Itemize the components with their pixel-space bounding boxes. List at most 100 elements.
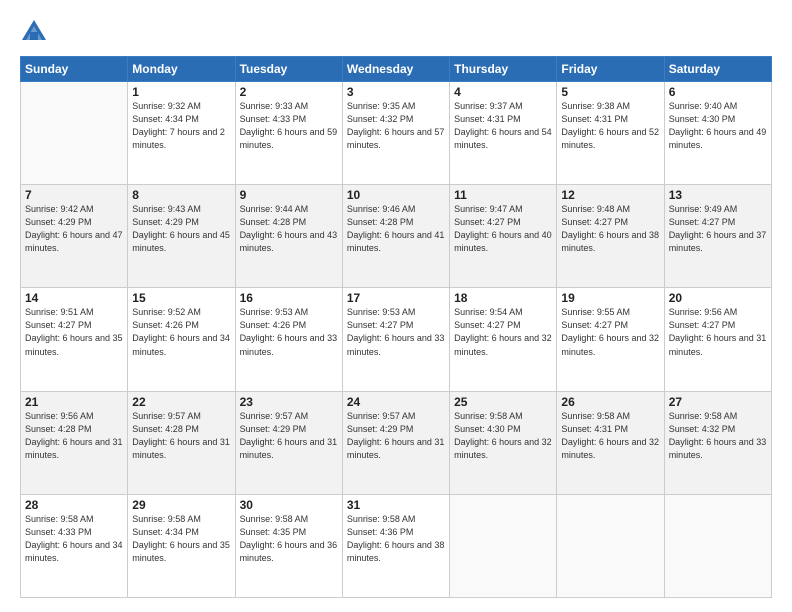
day-number: 1	[132, 85, 230, 99]
day-info: Sunrise: 9:57 AMSunset: 4:29 PMDaylight:…	[240, 410, 338, 462]
day-info: Sunrise: 9:58 AMSunset: 4:36 PMDaylight:…	[347, 513, 445, 565]
calendar-header-row: SundayMondayTuesdayWednesdayThursdayFrid…	[21, 57, 772, 82]
calendar-cell: 5Sunrise: 9:38 AMSunset: 4:31 PMDaylight…	[557, 82, 664, 185]
day-info: Sunrise: 9:35 AMSunset: 4:32 PMDaylight:…	[347, 100, 445, 152]
day-number: 4	[454, 85, 552, 99]
day-number: 22	[132, 395, 230, 409]
calendar-cell	[450, 494, 557, 597]
weekday-header: Sunday	[21, 57, 128, 82]
calendar-table: SundayMondayTuesdayWednesdayThursdayFrid…	[20, 56, 772, 598]
day-number: 12	[561, 188, 659, 202]
logo	[20, 18, 52, 46]
day-info: Sunrise: 9:53 AMSunset: 4:27 PMDaylight:…	[347, 306, 445, 358]
day-info: Sunrise: 9:38 AMSunset: 4:31 PMDaylight:…	[561, 100, 659, 152]
calendar-cell: 12Sunrise: 9:48 AMSunset: 4:27 PMDayligh…	[557, 185, 664, 288]
day-info: Sunrise: 9:48 AMSunset: 4:27 PMDaylight:…	[561, 203, 659, 255]
calendar-cell	[21, 82, 128, 185]
day-info: Sunrise: 9:49 AMSunset: 4:27 PMDaylight:…	[669, 203, 767, 255]
calendar-cell: 19Sunrise: 9:55 AMSunset: 4:27 PMDayligh…	[557, 288, 664, 391]
day-info: Sunrise: 9:37 AMSunset: 4:31 PMDaylight:…	[454, 100, 552, 152]
logo-icon	[20, 18, 48, 46]
calendar-week-row: 14Sunrise: 9:51 AMSunset: 4:27 PMDayligh…	[21, 288, 772, 391]
calendar-cell: 30Sunrise: 9:58 AMSunset: 4:35 PMDayligh…	[235, 494, 342, 597]
day-number: 27	[669, 395, 767, 409]
day-number: 8	[132, 188, 230, 202]
day-info: Sunrise: 9:53 AMSunset: 4:26 PMDaylight:…	[240, 306, 338, 358]
calendar-cell: 4Sunrise: 9:37 AMSunset: 4:31 PMDaylight…	[450, 82, 557, 185]
calendar-cell: 29Sunrise: 9:58 AMSunset: 4:34 PMDayligh…	[128, 494, 235, 597]
day-info: Sunrise: 9:58 AMSunset: 4:35 PMDaylight:…	[240, 513, 338, 565]
calendar-cell: 11Sunrise: 9:47 AMSunset: 4:27 PMDayligh…	[450, 185, 557, 288]
day-number: 18	[454, 291, 552, 305]
day-number: 30	[240, 498, 338, 512]
day-number: 2	[240, 85, 338, 99]
day-info: Sunrise: 9:56 AMSunset: 4:28 PMDaylight:…	[25, 410, 123, 462]
day-number: 13	[669, 188, 767, 202]
calendar-cell: 14Sunrise: 9:51 AMSunset: 4:27 PMDayligh…	[21, 288, 128, 391]
day-number: 26	[561, 395, 659, 409]
page: SundayMondayTuesdayWednesdayThursdayFrid…	[0, 0, 792, 612]
day-number: 23	[240, 395, 338, 409]
calendar-cell: 24Sunrise: 9:57 AMSunset: 4:29 PMDayligh…	[342, 391, 449, 494]
calendar-cell: 27Sunrise: 9:58 AMSunset: 4:32 PMDayligh…	[664, 391, 771, 494]
day-number: 14	[25, 291, 123, 305]
calendar-cell: 26Sunrise: 9:58 AMSunset: 4:31 PMDayligh…	[557, 391, 664, 494]
calendar-cell: 3Sunrise: 9:35 AMSunset: 4:32 PMDaylight…	[342, 82, 449, 185]
day-number: 19	[561, 291, 659, 305]
day-number: 16	[240, 291, 338, 305]
day-info: Sunrise: 9:51 AMSunset: 4:27 PMDaylight:…	[25, 306, 123, 358]
day-info: Sunrise: 9:44 AMSunset: 4:28 PMDaylight:…	[240, 203, 338, 255]
day-info: Sunrise: 9:58 AMSunset: 4:33 PMDaylight:…	[25, 513, 123, 565]
calendar-cell: 21Sunrise: 9:56 AMSunset: 4:28 PMDayligh…	[21, 391, 128, 494]
calendar-cell: 8Sunrise: 9:43 AMSunset: 4:29 PMDaylight…	[128, 185, 235, 288]
day-number: 3	[347, 85, 445, 99]
calendar-cell: 22Sunrise: 9:57 AMSunset: 4:28 PMDayligh…	[128, 391, 235, 494]
day-number: 25	[454, 395, 552, 409]
calendar-cell: 10Sunrise: 9:46 AMSunset: 4:28 PMDayligh…	[342, 185, 449, 288]
calendar-cell: 9Sunrise: 9:44 AMSunset: 4:28 PMDaylight…	[235, 185, 342, 288]
day-number: 6	[669, 85, 767, 99]
day-info: Sunrise: 9:55 AMSunset: 4:27 PMDaylight:…	[561, 306, 659, 358]
calendar-week-row: 1Sunrise: 9:32 AMSunset: 4:34 PMDaylight…	[21, 82, 772, 185]
calendar-cell: 13Sunrise: 9:49 AMSunset: 4:27 PMDayligh…	[664, 185, 771, 288]
day-number: 15	[132, 291, 230, 305]
calendar-cell	[664, 494, 771, 597]
weekday-header: Tuesday	[235, 57, 342, 82]
day-number: 28	[25, 498, 123, 512]
day-info: Sunrise: 9:46 AMSunset: 4:28 PMDaylight:…	[347, 203, 445, 255]
calendar-cell: 7Sunrise: 9:42 AMSunset: 4:29 PMDaylight…	[21, 185, 128, 288]
day-number: 31	[347, 498, 445, 512]
calendar-cell: 28Sunrise: 9:58 AMSunset: 4:33 PMDayligh…	[21, 494, 128, 597]
day-number: 21	[25, 395, 123, 409]
calendar-cell: 20Sunrise: 9:56 AMSunset: 4:27 PMDayligh…	[664, 288, 771, 391]
day-number: 17	[347, 291, 445, 305]
weekday-header: Friday	[557, 57, 664, 82]
calendar-cell: 18Sunrise: 9:54 AMSunset: 4:27 PMDayligh…	[450, 288, 557, 391]
calendar-cell: 23Sunrise: 9:57 AMSunset: 4:29 PMDayligh…	[235, 391, 342, 494]
day-info: Sunrise: 9:32 AMSunset: 4:34 PMDaylight:…	[132, 100, 230, 152]
day-number: 10	[347, 188, 445, 202]
weekday-header: Thursday	[450, 57, 557, 82]
day-number: 11	[454, 188, 552, 202]
calendar-cell: 6Sunrise: 9:40 AMSunset: 4:30 PMDaylight…	[664, 82, 771, 185]
day-number: 20	[669, 291, 767, 305]
day-info: Sunrise: 9:47 AMSunset: 4:27 PMDaylight:…	[454, 203, 552, 255]
day-info: Sunrise: 9:33 AMSunset: 4:33 PMDaylight:…	[240, 100, 338, 152]
calendar-week-row: 28Sunrise: 9:58 AMSunset: 4:33 PMDayligh…	[21, 494, 772, 597]
calendar-cell: 16Sunrise: 9:53 AMSunset: 4:26 PMDayligh…	[235, 288, 342, 391]
calendar-cell: 2Sunrise: 9:33 AMSunset: 4:33 PMDaylight…	[235, 82, 342, 185]
day-info: Sunrise: 9:56 AMSunset: 4:27 PMDaylight:…	[669, 306, 767, 358]
day-info: Sunrise: 9:40 AMSunset: 4:30 PMDaylight:…	[669, 100, 767, 152]
calendar-cell	[557, 494, 664, 597]
calendar-cell: 17Sunrise: 9:53 AMSunset: 4:27 PMDayligh…	[342, 288, 449, 391]
day-number: 24	[347, 395, 445, 409]
calendar-cell: 15Sunrise: 9:52 AMSunset: 4:26 PMDayligh…	[128, 288, 235, 391]
day-info: Sunrise: 9:43 AMSunset: 4:29 PMDaylight:…	[132, 203, 230, 255]
day-number: 9	[240, 188, 338, 202]
day-info: Sunrise: 9:42 AMSunset: 4:29 PMDaylight:…	[25, 203, 123, 255]
day-info: Sunrise: 9:57 AMSunset: 4:28 PMDaylight:…	[132, 410, 230, 462]
day-number: 5	[561, 85, 659, 99]
header	[20, 18, 772, 46]
day-number: 29	[132, 498, 230, 512]
day-info: Sunrise: 9:54 AMSunset: 4:27 PMDaylight:…	[454, 306, 552, 358]
